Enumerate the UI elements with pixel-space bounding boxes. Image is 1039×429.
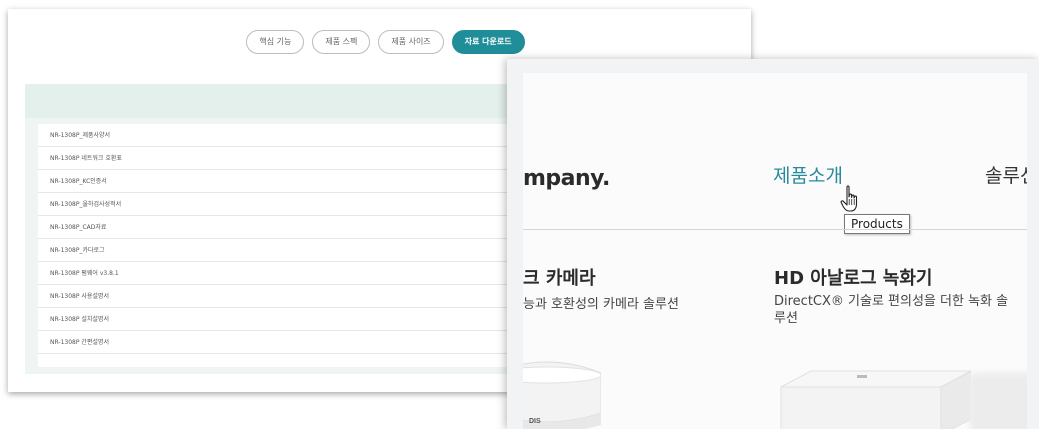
products-tooltip: Products — [844, 214, 910, 234]
nav-item-products[interactable]: 제품소개 — [773, 161, 843, 188]
nav-item-solutions[interactable]: 솔루션 — [985, 161, 1027, 188]
hd-analog-recorder-title[interactable]: HD 아날로그 녹화기 — [774, 264, 932, 290]
hd-analog-recorder-description: DirectCX® 기술로 편의성을 더한 녹화 솔루션 — [774, 294, 1009, 326]
product-menu-panel: mpany. 제품소개 솔루션 Products 크 카메라 능과 호환성의 카… — [523, 73, 1027, 429]
dvr-recorder-image[interactable] — [771, 365, 971, 429]
network-camera-description: 능과 호환성의 카메라 솔루션 — [523, 297, 679, 312]
network-camera-title[interactable]: 크 카메라 — [523, 264, 596, 290]
tab-product-spec[interactable]: 제품 스펙 — [312, 30, 371, 54]
next-product-image — [969, 373, 1027, 429]
tab-core-features[interactable]: 핵심 기능 — [246, 30, 305, 54]
hand-cursor-icon — [840, 185, 858, 212]
menu-divider — [523, 229, 1027, 230]
tab-product-size[interactable]: 제품 사이즈 — [378, 30, 444, 54]
tab-download[interactable]: 자료 다운로드 — [451, 30, 525, 54]
product-menu-window: mpany. 제품소개 솔루션 Products 크 카메라 능과 호환성의 카… — [507, 59, 1039, 429]
dome-camera-image[interactable]: DIS — [523, 353, 601, 429]
camera-brand-label: DIS — [529, 418, 541, 425]
product-tabs: 핵심 기능 제품 스펙 제품 사이즈 자료 다운로드 — [8, 30, 751, 54]
company-logo[interactable]: mpany. — [523, 166, 610, 191]
